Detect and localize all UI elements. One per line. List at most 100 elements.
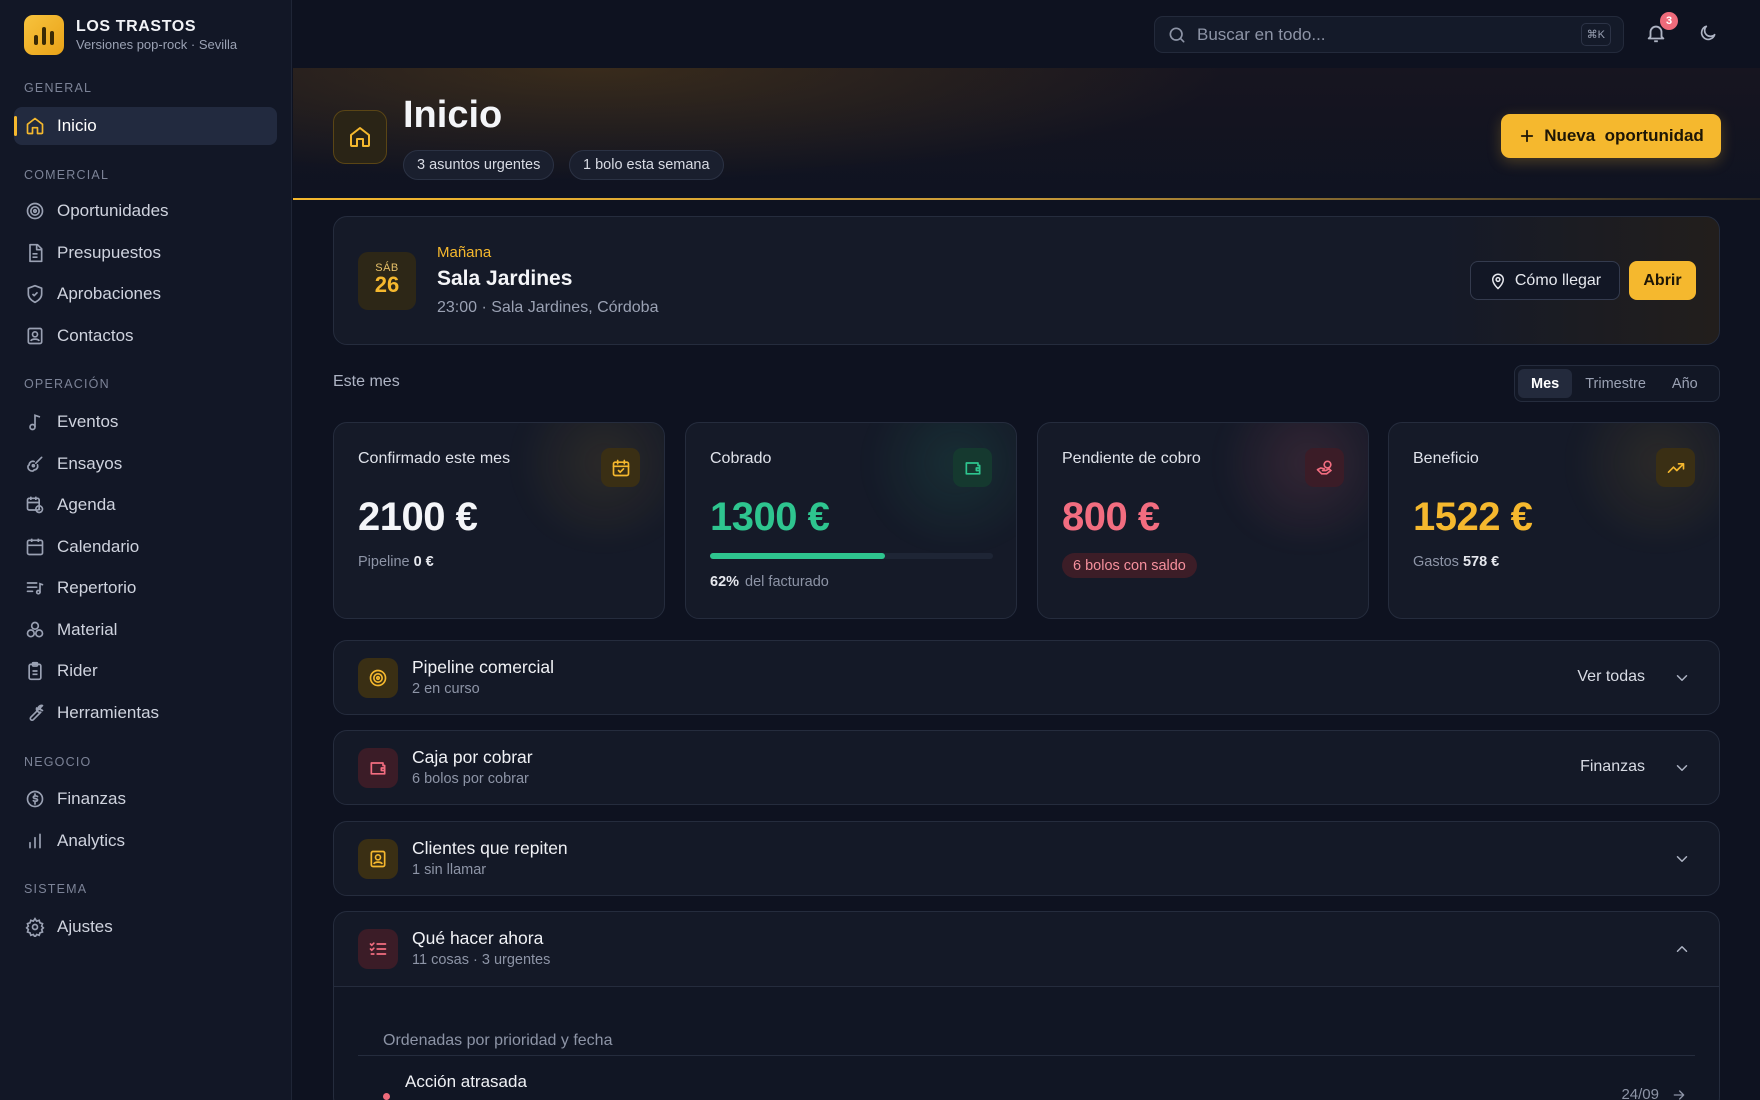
sidebar-item-aprobaciones[interactable]: Aprobaciones [14, 275, 277, 313]
sidebar-item-repertorio[interactable]: Repertorio [14, 569, 277, 607]
stat-card-pending[interactable]: Pendiente de cobro 800 € 6 bolos con sal… [1037, 422, 1369, 619]
sidebar-item-oportunidades[interactable]: Oportunidades [14, 192, 277, 230]
page-header: Inicio 3 asuntos urgentes 1 bolo esta se… [293, 68, 1760, 200]
next-event-card[interactable]: SÁB 26 Mañana Sala Jardines 23:00 · Sala… [333, 216, 1720, 345]
nav-section-comercial: COMERCIAL [24, 168, 110, 182]
sidebar-item-herramientas[interactable]: Herramientas [14, 694, 277, 732]
section-repeat-clients[interactable]: Clientes que repiten 1 sin llamar [333, 821, 1720, 896]
stat-value: 1522 € [1413, 495, 1533, 539]
chevron-down-icon[interactable] [1673, 759, 1691, 777]
stat-card-profit[interactable]: Beneficio 1522 € Gastos 578 € [1388, 422, 1720, 619]
section-subtitle: 6 bolos por cobrar [412, 771, 529, 787]
period-quarter[interactable]: Trimestre [1572, 369, 1659, 398]
finance-link[interactable]: Finanzas [1580, 758, 1645, 776]
arrow-right-icon[interactable] [1671, 1087, 1687, 1100]
period-label: Este mes [333, 373, 400, 390]
sidebar-item-ensayos[interactable]: Ensayos [14, 445, 277, 483]
sidebar-item-label: Rider [57, 661, 98, 680]
stat-card-collected[interactable]: Cobrado 1300 € 62% del facturado [685, 422, 1017, 619]
plus-icon [1521, 129, 1534, 143]
search-input[interactable] [1197, 24, 1567, 45]
sidebar-item-calendario[interactable]: Calendario [14, 528, 277, 566]
header-divider [293, 198, 1760, 200]
brand-name: LOS TRASTOS [76, 18, 197, 35]
directions-button[interactable]: Cómo llegar [1470, 261, 1620, 300]
guitar-icon [27, 456, 43, 472]
map-pin-icon [1491, 273, 1504, 289]
trending-up-icon [1656, 448, 1695, 487]
calendar-clock-icon [26, 496, 44, 514]
stat-value: 1300 € [710, 495, 830, 539]
todo-item-title[interactable]: Acción atrasada [405, 1072, 527, 1092]
shortcut-hint: ⌘K [1580, 23, 1611, 46]
sidebar-item-analytics[interactable]: Analytics [14, 822, 277, 860]
page-title: Inicio [403, 94, 503, 136]
sidebar-item-eventos[interactable]: Eventos [14, 403, 277, 441]
section-title[interactable]: Qué hacer ahora [412, 928, 543, 949]
stat-value: 800 € [1062, 495, 1160, 539]
event-day: 26 [374, 272, 400, 297]
stat-foot: 62% del facturado [710, 574, 829, 590]
sidebar-item-rider[interactable]: Rider [14, 652, 277, 690]
brand[interactable]: LOS TRASTOS Versiones pop-rock · Sevilla [24, 15, 237, 55]
stat-value: 2100 € [358, 495, 478, 539]
sidebar-item-label: Finanzas [57, 789, 126, 808]
event-date-badge: SÁB 26 [358, 252, 416, 310]
clipboard-icon [28, 661, 42, 681]
urgent-chip[interactable]: 3 asuntos urgentes [403, 150, 555, 180]
music-note-icon [29, 414, 41, 431]
sidebar-item-label: Ensayos [57, 454, 123, 473]
wallet-icon [358, 748, 398, 788]
section-receivables[interactable]: Caja por cobrar 6 bolos por cobrar Finan… [333, 730, 1720, 805]
sidebar-item-ajustes[interactable]: Ajustes [14, 908, 277, 946]
section-todo: Qué hacer ahora 11 cosas · 3 urgentes Or… [333, 911, 1720, 1100]
event-when: Mañana [437, 244, 492, 261]
sidebar-item-inicio[interactable]: Inicio [14, 107, 277, 145]
section-subtitle: 1 sin llamar [412, 862, 487, 878]
chevron-down-icon[interactable] [1673, 850, 1691, 868]
directions-label: Cómo llegar [1514, 271, 1602, 289]
checklist-icon [358, 929, 398, 969]
pending-gigs-badge[interactable]: 6 bolos con saldo [1062, 553, 1197, 578]
week-gigs-chip[interactable]: 1 bolo esta semana [569, 150, 724, 180]
new-opportunity-button[interactable]: Nueva oportunidad [1501, 114, 1721, 158]
collected-progress [710, 553, 993, 559]
period-year[interactable]: Año [1659, 369, 1711, 398]
open-event-button[interactable]: Abrir [1629, 261, 1696, 300]
event-detail: 23:00 · Sala Jardines, Córdoba [437, 299, 659, 316]
sidebar-item-label: Contactos [57, 326, 134, 345]
sidebar-item-finanzas[interactable]: Finanzas [14, 780, 277, 818]
chevron-up-icon[interactable] [1673, 940, 1691, 958]
sidebar-item-contactos[interactable]: Contactos [14, 317, 277, 355]
section-title: Caja por cobrar [412, 747, 533, 767]
sidebar-item-label: Oportunidades [57, 201, 169, 220]
section-subtitle: 11 cosas · 3 urgentes [412, 952, 551, 968]
section-pipeline[interactable]: Pipeline comercial 2 en curso Ver todas [333, 640, 1720, 715]
sidebar-item-agenda[interactable]: Agenda [14, 486, 277, 524]
sidebar-item-label: Material [57, 620, 118, 639]
stat-foot: Gastos 578 € [1413, 554, 1500, 570]
stat-label: Confirmado este mes [358, 450, 511, 467]
shield-check-icon [27, 284, 43, 304]
sidebar-item-material[interactable]: Material [14, 611, 277, 649]
stat-card-confirmed[interactable]: Confirmado este mes 2100 € Pipeline 0 € [333, 422, 665, 619]
section-title: Pipeline comercial [412, 657, 555, 677]
home-icon [333, 110, 387, 164]
stat-foot: Pipeline 0 € [358, 554, 434, 570]
search-box[interactable]: ⌘K [1154, 16, 1624, 53]
section-title: Clientes que repiten [412, 838, 568, 858]
sidebar-item-label: Calendario [57, 537, 140, 556]
sidebar-item-presupuestos[interactable]: Presupuestos [14, 234, 277, 272]
sidebar-item-label: Analytics [57, 831, 126, 850]
bar-chart-icon [29, 833, 41, 849]
chevron-down-icon[interactable] [1673, 669, 1691, 687]
stat-label: Cobrado [710, 450, 772, 467]
calendar-check-icon [601, 448, 640, 487]
sidebar-item-label: Repertorio [57, 578, 137, 597]
period-month[interactable]: Mes [1518, 369, 1573, 398]
view-all-link[interactable]: Ver todas [1577, 668, 1645, 686]
stat-label: Beneficio [1413, 450, 1479, 467]
moon-icon[interactable] [1698, 23, 1718, 43]
search-icon [1169, 27, 1185, 43]
nav-section-negocio: NEGOCIO [24, 755, 92, 769]
